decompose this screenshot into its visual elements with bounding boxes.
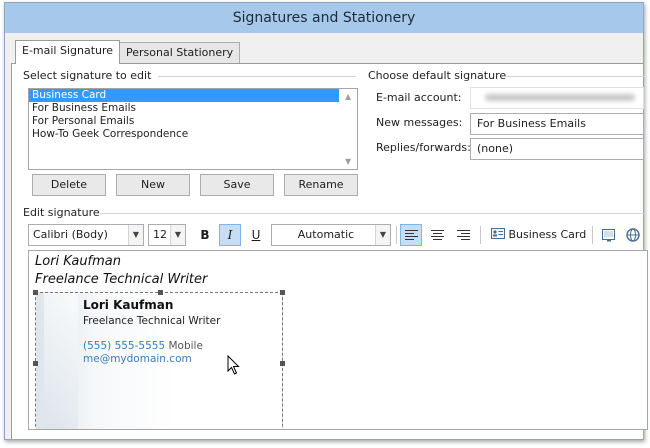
resize-handle[interactable] [33,361,38,366]
scroll-down-icon[interactable]: ▼ [345,157,351,166]
signature-editor[interactable]: Lori Kaufman Freelance Technical Writer … [28,250,648,430]
new-button[interactable]: New [116,174,190,196]
resize-handle[interactable] [33,290,38,295]
insert-picture-button[interactable] [598,224,620,246]
group-divider [504,76,644,77]
default-signature-label: Choose default signature [368,69,507,82]
tab-strip: E-mail Signature Personal Stationery [5,33,643,64]
font-color-select[interactable]: Automatic ▼ [271,224,391,246]
replies-forwards-select[interactable]: (none) [470,138,644,160]
hyperlink-icon [626,228,640,242]
align-left-button[interactable] [400,224,422,246]
signature-name-line: Lori Kaufman [35,254,121,269]
delete-button[interactable]: Delete [32,174,106,196]
group-divider [158,76,356,77]
listbox-scrollbar[interactable]: ▲ ▼ [343,89,357,169]
toolbar-separator [480,226,481,244]
underline-button[interactable]: U [245,224,267,246]
redacted-email [485,94,635,101]
align-right-button[interactable] [452,224,474,246]
toolbar-separator [396,226,397,244]
select-signature-label: Select signature to edit [23,69,152,82]
card-phone-type: Mobile [168,340,203,352]
format-toolbar: Calibri (Body) ▼ 12 ▼ B I U Automatic ▼ [28,224,648,248]
new-messages-select[interactable]: For Business Emails [470,113,644,135]
align-center-button[interactable] [426,224,448,246]
card-phone: (555) 555-5555 [83,340,166,352]
align-left-icon [405,230,418,241]
toolbar-separator [592,226,593,244]
card-phone-line: (555) 555-5555 Mobile [83,340,203,352]
tab-personal-stationery[interactable]: Personal Stationery [119,42,241,63]
list-item[interactable]: For Personal Emails [29,115,357,128]
save-button[interactable]: Save [200,174,274,196]
rename-button[interactable]: Rename [284,174,358,196]
font-name-value: Calibri (Body) [33,228,108,241]
tab-email-signature[interactable]: E-mail Signature [15,40,121,64]
edit-signature-label: Edit signature [23,206,100,219]
align-right-icon [457,230,470,241]
chevron-down-icon[interactable]: ▼ [170,225,185,245]
replies-forwards-label: Replies/forwards: [376,141,471,154]
mouse-pointer-icon [227,355,240,375]
card-decoration [44,293,78,429]
scroll-up-icon[interactable]: ▲ [345,92,351,101]
card-title: Freelance Technical Writer [83,315,221,327]
insert-picture-icon [602,229,615,242]
email-account-label: E-mail account: [376,91,462,104]
resize-handle[interactable] [158,290,163,295]
resize-handle[interactable] [280,361,285,366]
signature-title-line: Freelance Technical Writer [35,272,208,287]
group-divider [100,213,644,214]
business-card-label: Business Card [508,228,587,241]
font-size-value: 12 [153,228,167,241]
bold-button[interactable]: B [194,224,216,246]
business-card-image[interactable]: Lori Kaufman Freelance Technical Writer … [33,290,285,429]
list-item[interactable]: How-To Geek Correspondence [29,128,357,141]
business-card-icon [491,228,505,239]
hyperlink-button[interactable] [624,224,642,246]
card-email: me@mydomain.com [83,353,192,365]
list-item[interactable]: Business Card [29,89,339,102]
email-account-select[interactable] [470,87,644,109]
chevron-down-icon[interactable]: ▼ [375,225,390,245]
new-messages-label: New messages: [376,116,463,129]
chevron-down-icon[interactable]: ▼ [128,225,143,245]
card-name: Lori Kaufman [83,298,174,312]
italic-button[interactable]: I [219,224,241,246]
business-card-button[interactable]: Business Card [486,224,588,246]
list-item[interactable]: For Business Emails [29,102,357,115]
window-title: Signatures and Stationery [5,3,643,33]
signature-listbox[interactable]: Business Card For Business Emails For Pe… [28,88,358,170]
align-center-icon [431,230,444,241]
font-name-select[interactable]: Calibri (Body) ▼ [28,224,144,246]
font-size-select[interactable]: 12 ▼ [148,224,186,246]
font-color-value: Automatic [297,228,355,241]
resize-handle[interactable] [280,290,285,295]
